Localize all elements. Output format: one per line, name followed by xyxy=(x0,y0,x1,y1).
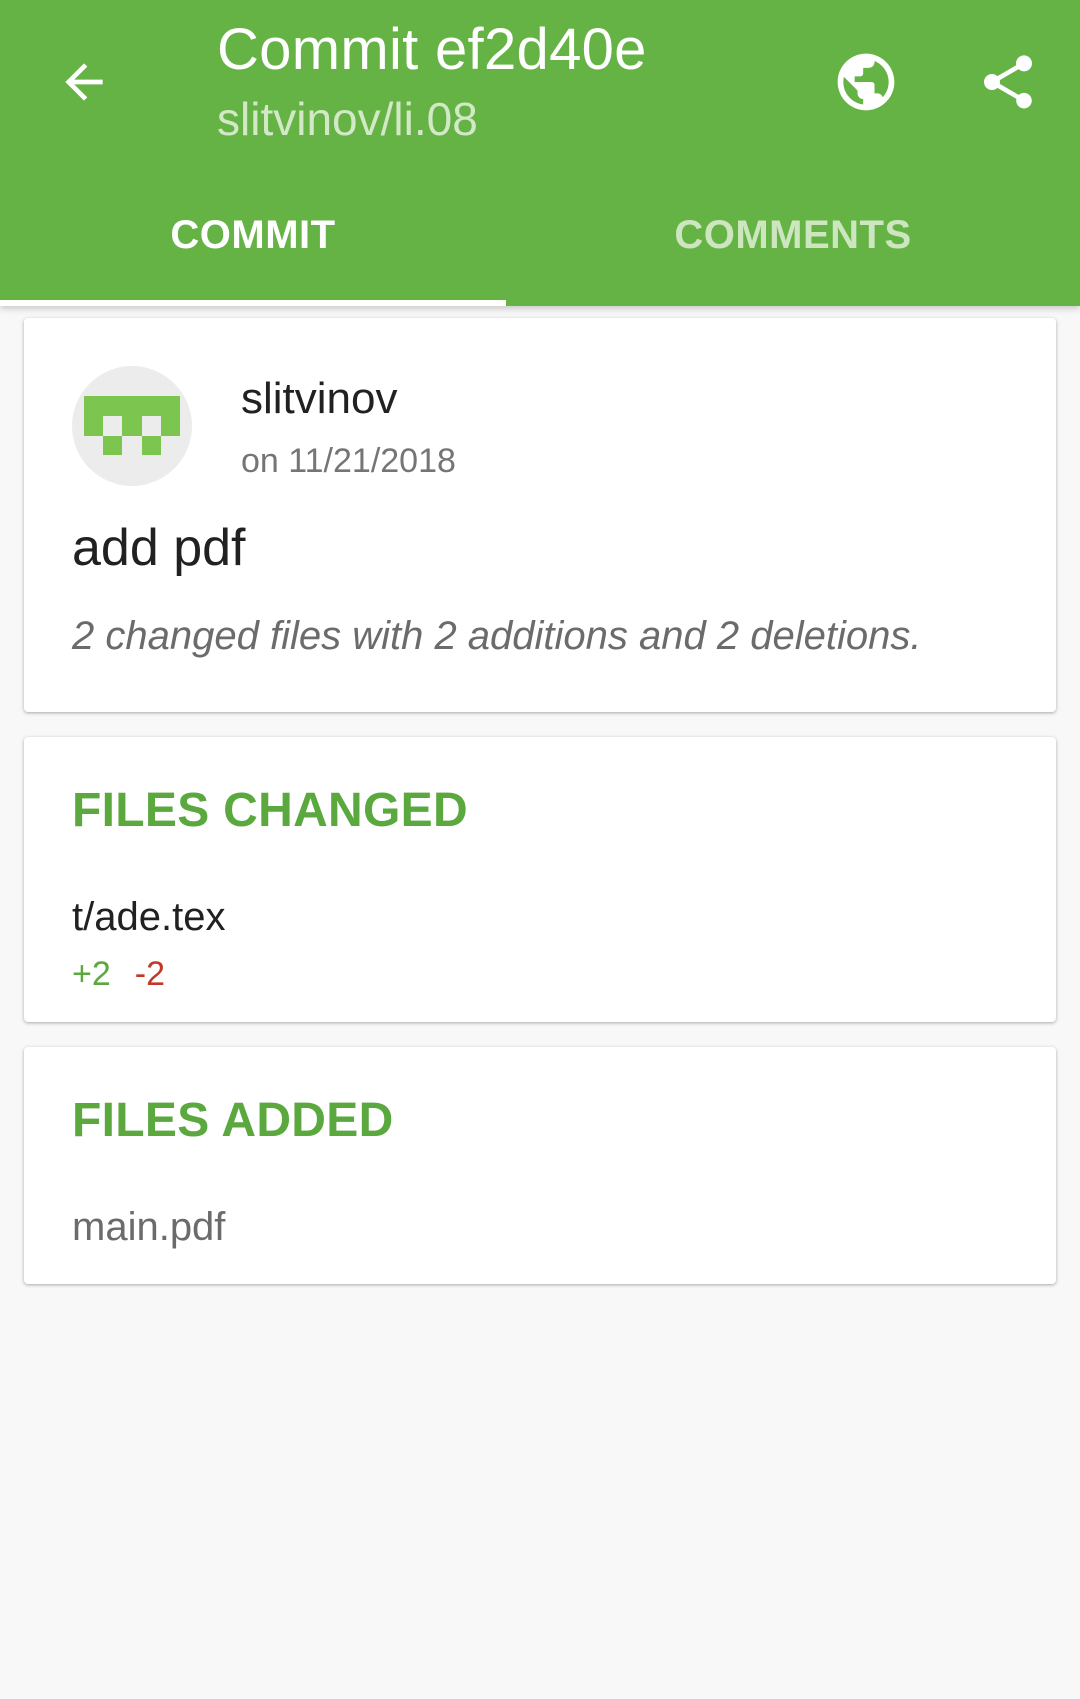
files-added-title: FILES ADDED xyxy=(72,1094,394,1147)
additions-count: +2 xyxy=(72,955,111,993)
page-title: Commit ef2d40e xyxy=(217,17,647,82)
identicon-avatar-icon xyxy=(84,396,180,455)
added-file-item[interactable]: main.pdf xyxy=(72,1205,225,1250)
avatar[interactable] xyxy=(72,366,192,486)
open-in-browser-button[interactable] xyxy=(826,42,906,122)
tab-indicator xyxy=(0,300,506,306)
files-changed-title: FILES CHANGED xyxy=(72,784,468,837)
commit-date: on 11/21/2018 xyxy=(241,442,456,480)
commit-message: add pdf xyxy=(72,519,246,577)
commit-author[interactable]: slitvinov xyxy=(241,374,398,424)
repo-subtitle: slitvinov/li.08 xyxy=(217,93,478,145)
back-button[interactable] xyxy=(50,48,118,116)
commit-summary: 2 changed files with 2 additions and 2 d… xyxy=(72,614,922,658)
share-icon xyxy=(984,55,1032,109)
globe-icon xyxy=(837,53,895,111)
app-bar: Commit ef2d40e slitvinov/li.08 COMMIT CO… xyxy=(0,0,1080,306)
tab-commit-label: COMMIT xyxy=(170,213,336,257)
tab-commit[interactable]: COMMIT xyxy=(0,200,506,306)
files-added-card: FILES ADDED main.pdf xyxy=(24,1047,1056,1284)
changed-file-stats: +2 -2 xyxy=(72,955,165,994)
commit-info-card: slitvinov on 11/21/2018 add pdf 2 change… xyxy=(24,318,1056,712)
files-changed-card: FILES CHANGED t/ade.tex +2 -2 xyxy=(24,737,1056,1022)
deletions-count: -2 xyxy=(134,955,165,993)
tab-comments-label: COMMENTS xyxy=(674,213,912,257)
share-button[interactable] xyxy=(968,42,1048,122)
changed-file-item[interactable]: t/ade.tex xyxy=(72,895,225,940)
tab-comments[interactable]: COMMENTS xyxy=(540,200,1046,306)
arrow-back-icon xyxy=(65,63,103,101)
